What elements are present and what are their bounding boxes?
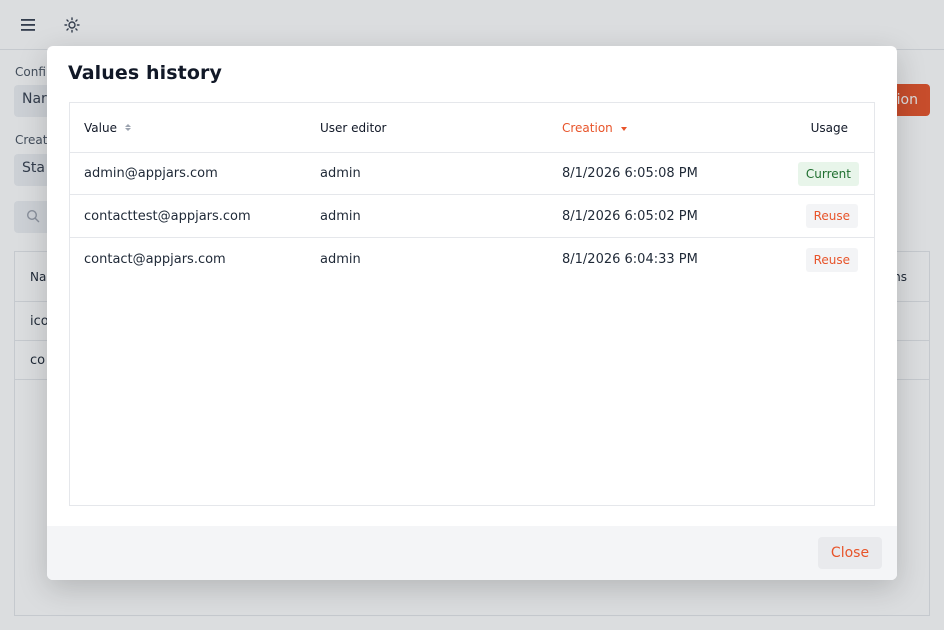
values-history-dialog: Values history Value User editor Creatio… <box>47 46 897 580</box>
column-header-label: Usage <box>810 120 848 135</box>
reuse-button[interactable]: Reuse <box>805 247 858 272</box>
column-header-label: Value <box>84 120 117 135</box>
column-header-user-editor[interactable]: User editor <box>320 103 386 152</box>
grid-header: Value User editor Creation Usage <box>70 103 874 153</box>
reuse-button[interactable]: Reuse <box>805 204 858 228</box>
cell-usage: Reuse <box>805 238 858 281</box>
cell-creation: 8/1/2026 6:04:33 PM <box>562 252 698 267</box>
current-badge: Current <box>797 161 859 186</box>
close-button[interactable]: Close <box>818 537 882 569</box>
history-grid: Value User editor Creation Usage admin@a… <box>69 102 875 506</box>
cell-user: admin <box>320 208 361 224</box>
cell-user: admin <box>320 252 361 267</box>
sort-descending-icon <box>620 126 627 131</box>
column-header-label: Creation <box>562 120 613 135</box>
table-row: admin@appjars.com admin 8/1/2026 6:05:08… <box>70 153 874 195</box>
dialog-title: Values history <box>68 62 222 84</box>
cell-creation: 8/1/2026 6:05:08 PM <box>562 166 698 181</box>
cell-usage: Reuse <box>805 195 858 237</box>
sort-icon <box>124 124 131 131</box>
table-row: contacttest@appjars.com admin 8/1/2026 6… <box>70 195 874 238</box>
column-header-label: User editor <box>320 120 387 135</box>
dialog-footer: Close <box>47 526 897 580</box>
column-header-creation[interactable]: Creation <box>562 103 627 152</box>
cell-value: contact@appjars.com <box>84 252 226 267</box>
table-row: contact@appjars.com admin 8/1/2026 6:04:… <box>70 238 874 281</box>
cell-creation: 8/1/2026 6:05:02 PM <box>562 208 698 224</box>
column-header-usage: Usage <box>811 103 848 152</box>
cell-value: contacttest@appjars.com <box>84 208 251 224</box>
column-header-value[interactable]: Value <box>84 103 131 152</box>
cell-usage: Current <box>797 153 859 194</box>
cell-value: admin@appjars.com <box>84 166 218 181</box>
cell-user: admin <box>320 166 361 181</box>
